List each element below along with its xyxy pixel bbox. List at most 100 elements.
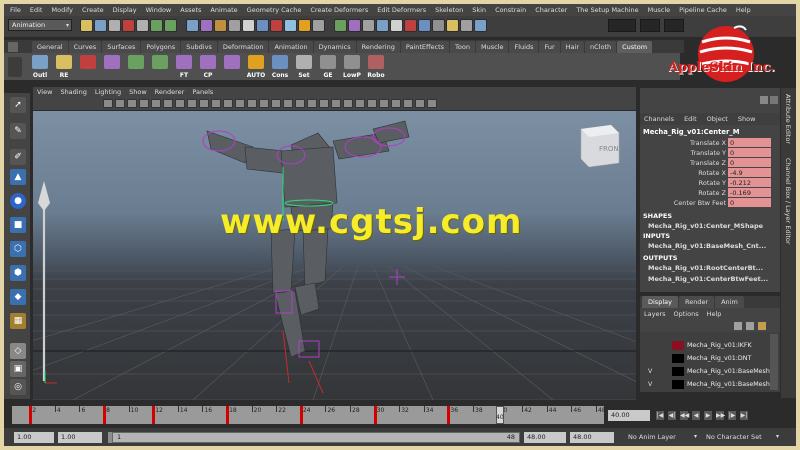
step-forward-icon[interactable]: |▶ bbox=[727, 410, 737, 421]
viewport-tool-icon[interactable] bbox=[355, 99, 365, 108]
layer-row[interactable]: Mecha_Rig_v01:IKFK bbox=[642, 340, 768, 351]
status-tool-icon[interactable] bbox=[186, 19, 199, 32]
shelf-button[interactable]: Outl bbox=[30, 54, 50, 79]
shelf-tab[interactable]: Surfaces bbox=[102, 41, 141, 53]
status-tool-icon[interactable] bbox=[348, 19, 361, 32]
character-set-label[interactable]: No Character Set bbox=[706, 433, 762, 441]
status-tool-icon[interactable] bbox=[432, 19, 445, 32]
shelf-button[interactable]: Set bbox=[294, 54, 314, 79]
shelf-button[interactable]: Robo bbox=[366, 54, 386, 79]
channel-attribute-value[interactable]: -0.212 bbox=[728, 178, 771, 187]
output-node[interactable]: Mecha_Rig_v01:CenterBtwFeet... bbox=[648, 275, 768, 283]
viewport-menu-item[interactable]: View bbox=[37, 88, 52, 96]
layer-row[interactable]: V Mecha_Rig_v01:BaseMesh bbox=[642, 379, 770, 390]
shelf-button[interactable] bbox=[150, 54, 170, 79]
status-tool-icon[interactable] bbox=[122, 19, 135, 32]
viewport-tool-icon[interactable] bbox=[103, 99, 113, 108]
viewport-menu-item[interactable]: Panels bbox=[192, 88, 213, 96]
viewport-menu-item[interactable]: Renderer bbox=[155, 88, 185, 96]
keyframe-marker[interactable] bbox=[152, 406, 156, 424]
viewport-tool-icon[interactable] bbox=[199, 99, 209, 108]
chevron-down-icon[interactable]: ▾ bbox=[694, 433, 697, 440]
channel-box-menu-item[interactable]: Object bbox=[707, 115, 728, 123]
move-tool-icon[interactable]: ▲ bbox=[10, 169, 26, 185]
channel-attribute-row[interactable]: Rotate Y -0.212 bbox=[644, 178, 776, 188]
status-tool-icon[interactable] bbox=[334, 19, 347, 32]
keyframe-marker[interactable] bbox=[29, 406, 33, 424]
menu-item[interactable]: Pipeline Cache bbox=[679, 6, 727, 14]
x-field[interactable] bbox=[608, 19, 636, 32]
layer-visibility[interactable]: V bbox=[648, 366, 656, 377]
viewport-tool-icon[interactable] bbox=[331, 99, 341, 108]
new-layer-selected-icon[interactable] bbox=[746, 322, 754, 330]
shelf-tab[interactable]: PaintEffects bbox=[400, 41, 450, 53]
range-slider-handle[interactable]: 1 48 bbox=[112, 432, 520, 443]
viewport-menu-item[interactable]: Shading bbox=[60, 88, 86, 96]
shelf-tab[interactable]: Hair bbox=[560, 41, 585, 53]
channel-attribute-value[interactable]: 0 bbox=[728, 198, 771, 207]
menu-item[interactable]: Edit Deformers bbox=[377, 6, 426, 14]
play-forward-icon[interactable]: ▶ bbox=[703, 410, 713, 421]
channel-attribute-value[interactable]: -4.9 bbox=[728, 168, 771, 177]
status-tool-icon[interactable] bbox=[460, 19, 473, 32]
layer-color-swatch[interactable] bbox=[672, 380, 684, 389]
shelf-button[interactable]: CP bbox=[198, 54, 218, 79]
shelf-tab[interactable]: Dynamics bbox=[313, 41, 356, 53]
shape-node[interactable]: Mecha_Rig_v01:Center_MShape bbox=[648, 222, 763, 230]
shelf-tab[interactable]: Subdivs bbox=[181, 41, 217, 53]
menu-item[interactable]: Character bbox=[535, 6, 567, 14]
output-node[interactable]: Mecha_Rig_v01:RootCenterBt... bbox=[648, 264, 763, 272]
channel-attribute-value[interactable]: 0 bbox=[728, 138, 771, 147]
shelf-tab[interactable]: Polygons bbox=[141, 41, 181, 53]
shelf-button[interactable] bbox=[126, 54, 146, 79]
menu-item[interactable]: The Setup Machine bbox=[576, 6, 638, 14]
shelf-tab[interactable]: Toon bbox=[450, 41, 475, 53]
menu-item[interactable]: Assets bbox=[180, 6, 201, 14]
channel-box-menu-item[interactable]: Show bbox=[738, 115, 756, 123]
current-frame-field[interactable]: 40.00 bbox=[608, 410, 650, 421]
mode-selector[interactable]: Animation bbox=[8, 19, 72, 31]
scale-tool-icon[interactable]: ■ bbox=[10, 217, 26, 233]
play-back-icon[interactable]: ◀ bbox=[691, 410, 701, 421]
viewport-tool-icon[interactable] bbox=[175, 99, 185, 108]
viewport-3d[interactable]: FRONT bbox=[33, 111, 636, 400]
status-tool-icon[interactable] bbox=[164, 19, 177, 32]
layer-editor-tab[interactable]: Display bbox=[642, 296, 678, 308]
outliner-view-icon[interactable]: ◎ bbox=[10, 379, 26, 395]
status-tool-icon[interactable] bbox=[150, 19, 163, 32]
keyframe-marker[interactable] bbox=[373, 406, 377, 424]
go-to-start-icon[interactable]: |◀ bbox=[655, 410, 665, 421]
viewport-tool-icon[interactable] bbox=[283, 99, 293, 108]
go-to-end-icon[interactable]: ▶| bbox=[739, 410, 749, 421]
y-field[interactable] bbox=[640, 19, 660, 32]
menu-item[interactable]: Modify bbox=[51, 6, 73, 14]
shelf-tab[interactable]: Animation bbox=[269, 41, 313, 53]
shelf-tab[interactable]: Custom bbox=[617, 41, 653, 53]
soft-mod-tool-icon[interactable]: ⬢ bbox=[10, 265, 26, 281]
status-tool-icon[interactable] bbox=[298, 19, 311, 32]
grid-layout-icon[interactable]: ▦ bbox=[10, 313, 26, 329]
layer-editor-tab[interactable]: Anim bbox=[715, 296, 744, 308]
channel-attribute-row[interactable]: Translate Y0 bbox=[644, 148, 776, 158]
viewport-tool-icon[interactable] bbox=[247, 99, 257, 108]
viewport-tool-icon[interactable] bbox=[187, 99, 197, 108]
viewport-tool-icon[interactable] bbox=[115, 99, 125, 108]
status-tool-icon[interactable] bbox=[200, 19, 213, 32]
shelf-button[interactable]: Cons bbox=[270, 54, 290, 79]
status-tool-icon[interactable] bbox=[228, 19, 241, 32]
menu-item[interactable]: Help bbox=[736, 6, 751, 14]
channel-attribute-row[interactable]: Center Btw Feet 0 bbox=[644, 198, 776, 208]
viewport-tool-icon[interactable] bbox=[319, 99, 329, 108]
status-tool-icon[interactable] bbox=[270, 19, 283, 32]
lasso-tool-icon[interactable]: ✎ bbox=[10, 123, 26, 139]
status-tool-icon[interactable] bbox=[312, 19, 325, 32]
keyframe-marker[interactable] bbox=[299, 406, 303, 424]
viewport-tool-icon[interactable] bbox=[235, 99, 245, 108]
viewport-menu-item[interactable]: Show bbox=[129, 88, 147, 96]
viewport-tool-icon[interactable] bbox=[415, 99, 425, 108]
menu-item[interactable]: Constrain bbox=[495, 6, 526, 14]
layer-scrollbar[interactable] bbox=[770, 334, 778, 390]
channel-box-menu-item[interactable]: Edit bbox=[684, 115, 697, 123]
status-tool-icon[interactable] bbox=[376, 19, 389, 32]
manipulator-tool-icon[interactable]: ⬡ bbox=[10, 241, 26, 257]
